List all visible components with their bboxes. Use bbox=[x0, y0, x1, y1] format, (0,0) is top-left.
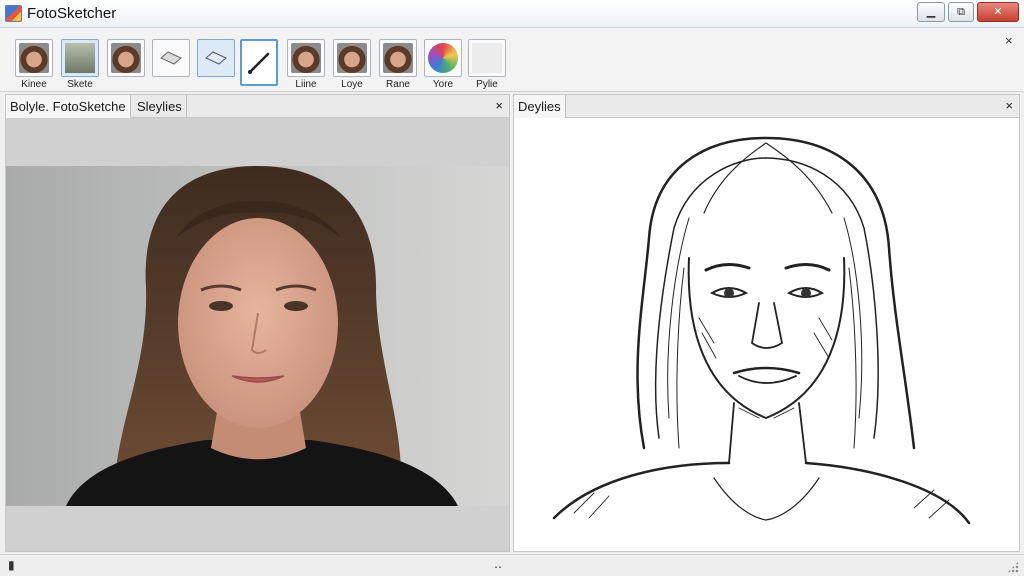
tool-pencil-button[interactable] bbox=[240, 39, 278, 86]
face-thumbnail-icon bbox=[19, 43, 49, 73]
panel-close-icon[interactable]: × bbox=[1005, 98, 1013, 113]
maximize-button[interactable]: ⧉ bbox=[948, 2, 974, 22]
original-image-panel: Bolyle. FotoSketche Sleylies × bbox=[5, 94, 510, 552]
tool-label: Pylie bbox=[476, 79, 498, 90]
tool-label: Liine bbox=[295, 79, 317, 90]
pencil-icon bbox=[248, 52, 270, 74]
tool-label: Kinee bbox=[21, 79, 47, 90]
tab-original[interactable]: Bolyle. FotoSketche bbox=[6, 95, 131, 118]
title-bar: FotoSketcher ▁ ⧉ ✕ bbox=[0, 0, 1024, 28]
tool-label: Yore bbox=[432, 79, 454, 90]
status-splitter[interactable]: ‥ bbox=[494, 557, 502, 571]
tool-face-button[interactable] bbox=[107, 39, 145, 77]
tool-eraser-2-button[interactable] bbox=[197, 39, 235, 77]
face-thumbnail-icon bbox=[383, 43, 413, 73]
resize-grip-icon[interactable] bbox=[1007, 561, 1019, 573]
panel-header: Deylies × bbox=[514, 95, 1019, 118]
app-logo-icon bbox=[5, 5, 22, 22]
tool-eraser-button[interactable] bbox=[152, 39, 190, 77]
toolbar: × Kinee Skete Liine Loye Rane Yore Pylie bbox=[0, 28, 1024, 92]
tab-styles[interactable]: Sleylies bbox=[133, 95, 187, 118]
face-thumbnail-icon bbox=[111, 43, 141, 73]
status-bar: ▮ ‥ bbox=[0, 554, 1024, 576]
tool-label: Skete bbox=[67, 79, 93, 90]
window-title: FotoSketcher bbox=[27, 5, 117, 22]
gradient-thumbnail-icon bbox=[65, 43, 95, 73]
face-thumbnail-icon bbox=[337, 43, 367, 73]
tool-skete-button[interactable] bbox=[61, 39, 99, 77]
panel-close-icon[interactable]: × bbox=[495, 98, 503, 113]
tool-kinee-button[interactable] bbox=[15, 39, 53, 77]
panel-header: Bolyle. FotoSketche Sleylies × bbox=[6, 95, 509, 118]
tab-result[interactable]: Deylies bbox=[514, 95, 566, 118]
minimize-button[interactable]: ▁ bbox=[917, 2, 945, 22]
tool-liine-button[interactable] bbox=[287, 39, 325, 77]
toolbar-close-icon[interactable]: × bbox=[1005, 33, 1013, 48]
tool-label: Loye bbox=[341, 79, 363, 90]
portrait-photo bbox=[6, 118, 509, 551]
original-photo-canvas[interactable] bbox=[6, 118, 509, 551]
eraser-icon bbox=[205, 51, 227, 65]
tool-yore-button[interactable] bbox=[424, 39, 462, 77]
status-indicator: ▮ bbox=[8, 558, 15, 572]
tool-loye-button[interactable] bbox=[333, 39, 371, 77]
close-window-button[interactable]: ✕ bbox=[977, 2, 1019, 22]
tool-rane-button[interactable] bbox=[379, 39, 417, 77]
blank-thumbnail-icon bbox=[472, 43, 502, 73]
eraser-icon bbox=[160, 51, 182, 65]
sketch-result-panel: Deylies × bbox=[513, 94, 1020, 552]
color-palette-icon bbox=[428, 43, 458, 73]
pencil-sketch-drawing bbox=[552, 136, 971, 525]
face-thumbnail-icon bbox=[291, 43, 321, 73]
tool-label: Rane bbox=[386, 79, 410, 90]
sketch-canvas[interactable] bbox=[514, 118, 1019, 551]
tool-pylie-button[interactable] bbox=[468, 39, 506, 77]
